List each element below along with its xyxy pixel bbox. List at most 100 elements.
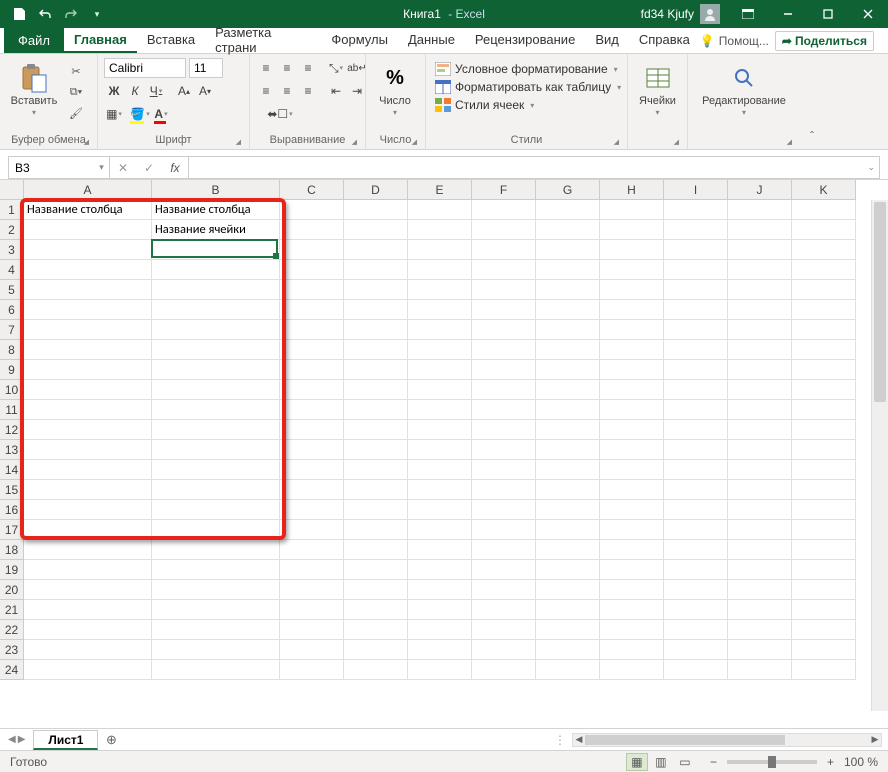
align-center-icon[interactable]: ≡ [277, 81, 297, 101]
cut-icon[interactable]: ✂ [66, 62, 86, 80]
conditional-formatting-button[interactable]: Условное форматирование▾ [432, 61, 624, 77]
cell[interactable] [344, 300, 408, 320]
cell[interactable] [152, 260, 280, 280]
file-tab[interactable]: Файл [4, 28, 64, 53]
cell[interactable] [472, 240, 536, 260]
zoom-slider[interactable] [727, 760, 817, 764]
cell[interactable] [728, 340, 792, 360]
cell[interactable] [280, 200, 344, 220]
cell[interactable] [472, 480, 536, 500]
cell[interactable] [152, 460, 280, 480]
cell[interactable] [664, 340, 728, 360]
cell[interactable] [280, 400, 344, 420]
cell[interactable] [728, 620, 792, 640]
sheet-nav-next-icon[interactable]: ▶ [18, 734, 26, 745]
cell[interactable] [728, 380, 792, 400]
cell[interactable] [600, 640, 664, 660]
cell[interactable] [24, 300, 152, 320]
cell[interactable] [24, 400, 152, 420]
cell[interactable] [280, 600, 344, 620]
cell[interactable] [280, 280, 344, 300]
cell[interactable] [792, 320, 856, 340]
cell[interactable] [152, 240, 280, 260]
cell[interactable] [472, 380, 536, 400]
cell[interactable] [600, 560, 664, 580]
close-button[interactable] [848, 0, 888, 28]
cell[interactable] [728, 500, 792, 520]
column-header[interactable]: A [24, 180, 152, 200]
horizontal-scrollbar[interactable]: ◀ ▶ [572, 733, 882, 747]
decrease-indent-icon[interactable]: ⇤ [326, 81, 346, 101]
cell[interactable] [408, 560, 472, 580]
column-header[interactable]: F [472, 180, 536, 200]
cell[interactable] [536, 560, 600, 580]
cell[interactable] [664, 220, 728, 240]
orientation-icon[interactable]: ⤡ [326, 58, 346, 78]
cell[interactable] [344, 580, 408, 600]
row-header[interactable]: 5 [0, 280, 24, 300]
row-header[interactable]: 11 [0, 400, 24, 420]
wrap-text-icon[interactable]: ab↵ [347, 58, 367, 78]
cell[interactable] [536, 300, 600, 320]
cell[interactable]: Название ячейки [152, 220, 280, 240]
cell[interactable] [472, 540, 536, 560]
cell[interactable] [408, 200, 472, 220]
zoom-level[interactable]: 100 % [844, 755, 878, 769]
tab-разметка-страни[interactable]: Разметка страни [205, 28, 321, 53]
format-as-table-button[interactable]: Форматировать как таблицу▾ [432, 79, 624, 95]
cell[interactable] [600, 340, 664, 360]
cell[interactable] [792, 200, 856, 220]
cell[interactable] [792, 260, 856, 280]
cell[interactable] [408, 460, 472, 480]
cell[interactable] [152, 600, 280, 620]
save-icon[interactable] [8, 3, 30, 25]
cell[interactable] [24, 340, 152, 360]
cell[interactable] [472, 560, 536, 580]
cell[interactable] [344, 240, 408, 260]
cell[interactable] [536, 600, 600, 620]
cell[interactable] [472, 280, 536, 300]
cell[interactable] [536, 500, 600, 520]
cell[interactable] [664, 500, 728, 520]
cell[interactable] [536, 640, 600, 660]
cell[interactable] [472, 200, 536, 220]
cell[interactable] [472, 220, 536, 240]
vertical-scrollbar[interactable] [871, 200, 888, 711]
increase-font-icon[interactable]: A▴ [174, 81, 194, 101]
cell[interactable] [600, 600, 664, 620]
cell[interactable] [792, 360, 856, 380]
row-header[interactable]: 8 [0, 340, 24, 360]
row-header[interactable]: 4 [0, 260, 24, 280]
cell[interactable] [472, 340, 536, 360]
cell[interactable] [792, 400, 856, 420]
cell[interactable] [600, 520, 664, 540]
cell[interactable] [536, 440, 600, 460]
cell[interactable] [344, 400, 408, 420]
cell[interactable] [24, 320, 152, 340]
cell[interactable] [792, 600, 856, 620]
cell[interactable] [472, 300, 536, 320]
increase-indent-icon[interactable]: ⇥ [347, 81, 367, 101]
row-header[interactable]: 6 [0, 300, 24, 320]
cell[interactable] [344, 220, 408, 240]
cell[interactable] [472, 440, 536, 460]
row-header[interactable]: 7 [0, 320, 24, 340]
cell[interactable] [152, 520, 280, 540]
cell[interactable] [280, 360, 344, 380]
cell[interactable] [280, 480, 344, 500]
cell[interactable] [24, 220, 152, 240]
row-header[interactable]: 23 [0, 640, 24, 660]
borders-icon[interactable]: ▦ [104, 104, 124, 124]
cell[interactable] [600, 500, 664, 520]
row-header[interactable]: 18 [0, 540, 24, 560]
scroll-left-icon[interactable]: ◀ [573, 734, 585, 746]
cell[interactable] [472, 320, 536, 340]
cell[interactable] [792, 460, 856, 480]
editing-button[interactable]: Редактирование ▾ [694, 58, 794, 117]
align-left-icon[interactable]: ≡ [256, 81, 276, 101]
cell[interactable] [24, 280, 152, 300]
cell[interactable] [408, 340, 472, 360]
cell[interactable] [152, 280, 280, 300]
cell[interactable] [344, 320, 408, 340]
row-header[interactable]: 13 [0, 440, 24, 460]
